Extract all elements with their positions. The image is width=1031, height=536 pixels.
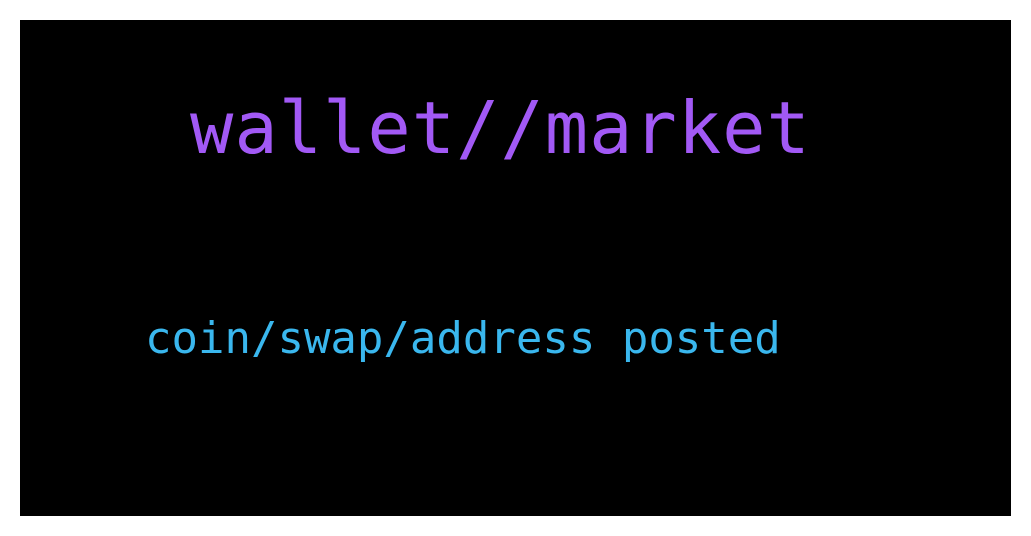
status-message: coin/swap/address posted [145,313,781,364]
app-title: wallet//market [190,86,811,170]
terminal-screen: wallet//market coin/swap/address posted [20,20,1011,516]
